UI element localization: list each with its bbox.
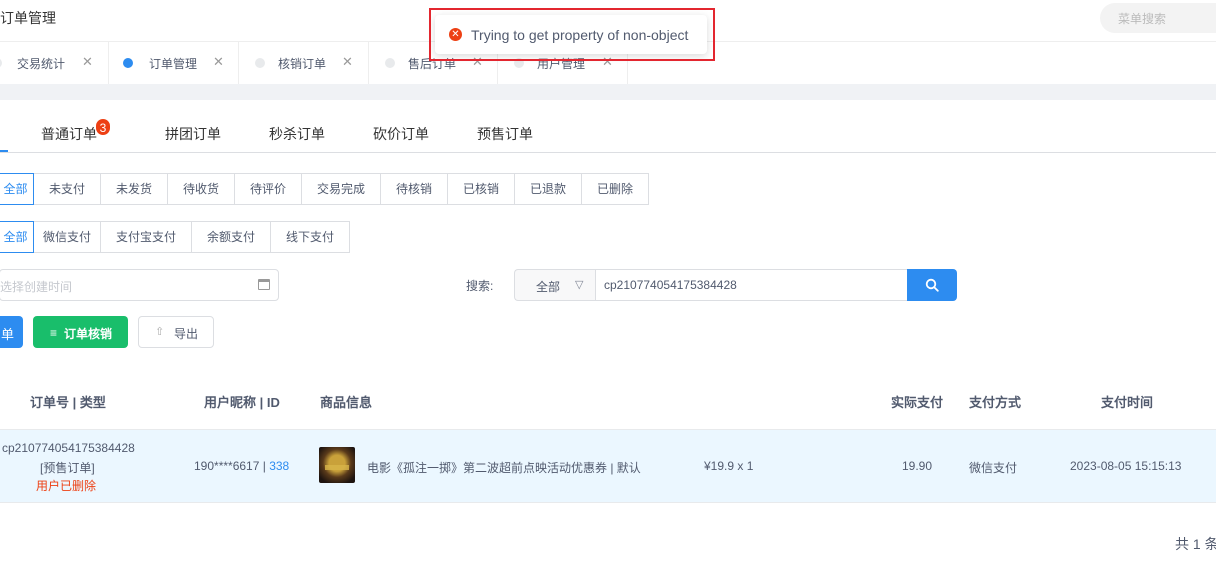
product-thumbnail [319,447,355,483]
export-icon: ⇧ [155,326,165,338]
status-awaiting-verify[interactable]: 待核销 [380,173,448,205]
tab-trade-stats[interactable]: 交易统计 ✕ [0,42,109,84]
search-field-select[interactable]: 全部 ▽ [514,269,596,301]
user-nickname: 190****6617 | 338 [194,459,289,473]
order-number: cp210774054175384428 [2,441,135,455]
active-tab-underline [0,150,8,152]
payment-alipay[interactable]: 支付宝支付 [100,221,192,253]
tab-dot-icon [385,58,395,68]
order-count-badge: 3 [95,118,111,136]
product-price: ¥19.9 x 1 [704,459,754,473]
search-field-value: 全部 [536,280,561,294]
order-verify-button[interactable]: ≡ 订单核销 [33,316,128,348]
status-deleted[interactable]: 已删除 [581,173,649,205]
tab-flash-orders[interactable]: 秒杀订单 [269,124,325,144]
order-verify-label: 订单核销 [64,327,113,341]
status-verified[interactable]: 已核销 [447,173,515,205]
payment-wechat[interactable]: 微信支付 [33,221,101,253]
date-picker-placeholder: 选择创建时间 [0,280,73,294]
page-title: 订单管理 [0,10,56,26]
close-icon[interactable]: ✕ [82,54,93,70]
payment-offline[interactable]: 线下支付 [270,221,350,253]
status-unpaid[interactable]: 未支付 [33,173,101,205]
tab-dot-active-icon [123,58,133,68]
menu-search-input[interactable]: 菜单搜索 [1100,3,1216,33]
search-label: 搜索: [466,279,494,293]
tab-bargain-orders[interactable]: 砍价订单 [373,124,429,144]
status-awaiting-review[interactable]: 待评价 [234,173,302,205]
tab-label: 订单管理 [149,57,198,71]
order-action-label: 单 [0,327,14,342]
paid-amount: 19.90 [902,459,933,473]
order-type-tabs: 普通订单 拼团订单 秒杀订单 砍价订单 预售订单 [0,118,1216,153]
pay-time: 2023-08-05 15:15:13 [1070,459,1182,473]
col-pay-method: 支付方式 [969,395,1022,410]
status-filter: 全部 未支付 未发货 待收货 待评价 交易完成 待核销 已核销 已退款 已删除 [0,173,649,205]
col-order-no: 订单号 | 类型 [30,395,106,410]
tab-dot-icon [0,58,2,68]
user-id-link[interactable]: 338 [269,459,289,473]
tab-order-management[interactable]: 订单管理 ✕ [109,42,239,84]
col-pay-time: 支付时间 [1101,395,1154,410]
order-search: 全部 ▽ [514,269,957,301]
pagination-total: 共 1 条 [1175,536,1216,552]
status-all[interactable]: 全部 [0,173,34,205]
col-product: 商品信息 [320,395,373,410]
payment-balance[interactable]: 余额支付 [191,221,271,253]
order-status: 用户已删除 [36,479,97,493]
product-name: 电影《孤注一掷》第二波超前点映活动优惠券 | 默认 [367,461,641,475]
tab-verify-orders[interactable]: 核销订单 ✕ [239,42,369,84]
status-awaiting-receipt[interactable]: 待收货 [167,173,235,205]
user-nickname-text: 190****6617 | [194,459,270,473]
export-label: 导出 [174,327,199,341]
order-action-button[interactable]: 单 [0,316,23,348]
content-gap [0,84,1216,100]
col-user: 用户昵称 | ID [204,395,280,410]
tab-dot-icon [255,58,265,68]
payment-all[interactable]: 全部 [0,221,34,253]
tab-normal-orders[interactable]: 普通订单 [41,124,97,144]
list-icon: ≡ [50,326,58,340]
status-completed[interactable]: 交易完成 [301,173,381,205]
close-icon[interactable]: ✕ [213,54,224,70]
menu-search-placeholder: 菜单搜索 [1118,12,1167,26]
chevron-down-icon: ▽ [575,279,584,291]
create-time-picker[interactable]: 选择创建时间 [0,269,279,301]
col-paid: 实际支付 [891,395,944,410]
export-button[interactable]: ⇧ 导出 [138,316,214,348]
close-icon[interactable]: ✕ [342,54,353,70]
toast-highlight-frame [429,8,715,61]
tab-label: 核销订单 [278,57,327,71]
search-button[interactable] [907,269,957,301]
pay-method: 微信支付 [969,461,1018,475]
tab-group-orders[interactable]: 拼团订单 [165,124,221,144]
search-icon [925,278,939,292]
calendar-icon [258,279,270,290]
tab-presale-orders[interactable]: 预售订单 [477,124,533,144]
order-type: [预售订单] [40,461,95,475]
status-unshipped[interactable]: 未发货 [100,173,168,205]
status-refunded[interactable]: 已退款 [514,173,582,205]
tab-label: 交易统计 [17,57,66,71]
payment-filter: 全部 微信支付 支付宝支付 余额支付 线下支付 [0,221,350,253]
search-input[interactable] [595,269,908,301]
